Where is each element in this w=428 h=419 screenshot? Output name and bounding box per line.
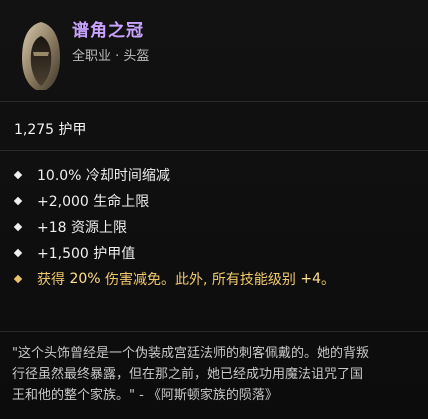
legendary-value-2: +4 <box>300 271 322 287</box>
affix-row: +2,000 生命上限 <box>13 188 414 214</box>
armor-value: 1,275 护甲 <box>14 122 87 138</box>
legendary-value-1: 20% <box>69 271 101 287</box>
divider <box>0 150 428 151</box>
affix-text: +1,500 护甲值 <box>37 246 136 262</box>
legendary-text-3: 。 <box>321 272 336 288</box>
item-name: 谱角之冠 <box>72 21 144 41</box>
flavor-line: 行径虽然最终暴露，但在那之前，她已经成功用魔法诅咒了国 <box>12 367 364 382</box>
diamond-bullet-icon <box>13 222 23 232</box>
affix-text: 10.0% 冷却时间缩减 <box>37 168 170 184</box>
legendary-affix-row: 获得 20% 伤害减免。此外, 所有技能级别 +4 。 <box>13 266 414 292</box>
affix-row: 10.0% 冷却时间缩减 <box>13 162 414 188</box>
legendary-diamond-icon <box>13 274 23 284</box>
affix-text: +2,000 生命上限 <box>37 194 150 210</box>
affix-text: +18 资源上限 <box>37 220 127 236</box>
diamond-bullet-icon <box>13 170 23 180</box>
item-tooltip: 谱角之冠 全职业 · 头盔 1,275 护甲 10.0% 冷却时间缩减 +2,0… <box>0 0 428 419</box>
flavor-line: 王和他的整个家族。" - 《阿斯顿家族的陨落》 <box>12 388 278 403</box>
flavor-text: "这个头饰曾经是一个伪装成宫廷法师的刺客佩戴的。她的背叛 行径虽然最终暴露，但在… <box>12 343 416 406</box>
item-type: 全职业 · 头盔 <box>72 49 150 64</box>
diamond-bullet-icon <box>13 196 23 206</box>
affix-list: 10.0% 冷却时间缩减 +2,000 生命上限 +18 资源上限 +1,500… <box>13 162 414 292</box>
legendary-text-1: 获得 <box>37 272 65 288</box>
affix-row: +1,500 护甲值 <box>13 240 414 266</box>
legendary-text-2: 伤害减免。此外, 所有技能级别 <box>105 272 296 288</box>
divider <box>0 331 428 332</box>
diamond-bullet-icon <box>13 248 23 258</box>
hooded-helm-icon <box>16 18 66 92</box>
flavor-line: "这个头饰曾经是一个伪装成宫廷法师的刺客佩戴的。她的背叛 <box>12 346 369 361</box>
affix-row: +18 资源上限 <box>13 214 414 240</box>
divider <box>0 101 428 102</box>
